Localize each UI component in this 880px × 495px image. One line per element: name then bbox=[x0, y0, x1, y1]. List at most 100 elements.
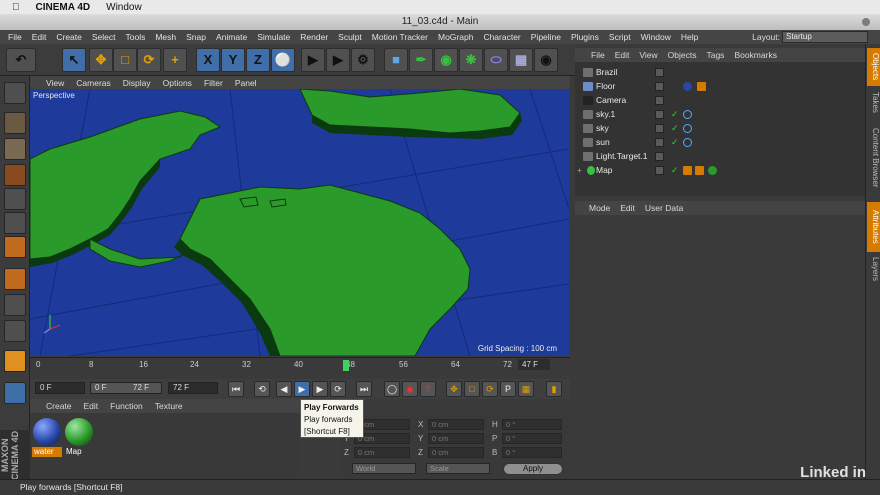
point-level-icon[interactable]: ▦ bbox=[518, 381, 534, 397]
menu-snap[interactable]: Snap bbox=[186, 32, 206, 42]
go-to-end-icon[interactable]: ⏭ bbox=[356, 381, 372, 397]
texture-tag-icon[interactable] bbox=[697, 82, 706, 91]
material-tag-icon[interactable] bbox=[708, 166, 717, 175]
enabled-check-icon[interactable]: ✓ bbox=[671, 136, 679, 149]
snap-icon[interactable] bbox=[4, 320, 26, 342]
menu-mograph[interactable]: MoGraph bbox=[438, 32, 473, 42]
material-menu-create[interactable]: Create bbox=[46, 401, 72, 411]
live-selection-icon[interactable]: ↖ bbox=[62, 48, 86, 72]
cube-icon[interactable]: ■ bbox=[384, 48, 408, 72]
app-menu[interactable]: CINEMA 4D bbox=[36, 2, 91, 13]
make-editable-icon[interactable] bbox=[4, 82, 26, 104]
autokeying-icon[interactable]: ◉ bbox=[402, 381, 418, 397]
enabled-check-icon[interactable]: ✓ bbox=[671, 164, 679, 177]
layout-select[interactable]: Startup bbox=[782, 31, 868, 43]
visibility-flag[interactable] bbox=[655, 124, 664, 133]
keyframe-selection-icon[interactable]: ? bbox=[420, 381, 436, 397]
menu-select[interactable]: Select bbox=[92, 32, 116, 42]
attr-menu-edit[interactable]: Edit bbox=[620, 203, 635, 213]
pen-icon[interactable]: ✒ bbox=[409, 48, 433, 72]
play-forwards-icon[interactable]: ▶ bbox=[294, 381, 310, 397]
obj-menu-tags[interactable]: Tags bbox=[706, 50, 724, 60]
model-mode-icon[interactable] bbox=[4, 112, 26, 134]
target-tag-icon[interactable] bbox=[683, 138, 692, 147]
obj-menu-edit[interactable]: Edit bbox=[615, 50, 630, 60]
menu-render[interactable]: Render bbox=[300, 32, 328, 42]
menu-script[interactable]: Script bbox=[609, 32, 631, 42]
render-view-icon[interactable]: ▶ bbox=[301, 48, 325, 72]
record-keys-icon[interactable]: ◯ bbox=[384, 381, 400, 397]
enabled-check-icon[interactable]: ✓ bbox=[671, 122, 679, 135]
rotation-h-field[interactable]: 0 ° bbox=[502, 419, 562, 430]
edges-mode-icon[interactable] bbox=[4, 212, 26, 234]
floor-icon[interactable]: ▦ bbox=[509, 48, 533, 72]
obj-menu-bookmarks[interactable]: Bookmarks bbox=[734, 50, 777, 60]
texture-tag-icon[interactable] bbox=[695, 166, 704, 175]
scale-select[interactable]: Scale bbox=[426, 463, 490, 474]
apple-icon[interactable]:  bbox=[12, 2, 20, 13]
menu-sculpt[interactable]: Sculpt bbox=[338, 32, 362, 42]
object-row[interactable]: sun ✓ bbox=[575, 136, 865, 149]
position-z-field[interactable]: 0 cm bbox=[354, 447, 410, 458]
viewport-menu-display[interactable]: Display bbox=[123, 78, 151, 88]
tab-content-browser[interactable]: Content Browser bbox=[867, 118, 880, 198]
apply-button[interactable]: Apply bbox=[503, 463, 563, 475]
camera-icon[interactable]: ◉ bbox=[534, 48, 558, 72]
object-row[interactable]: Floor bbox=[575, 80, 865, 93]
size-z-field[interactable]: 0 cm bbox=[428, 447, 484, 458]
preview-range-slider[interactable]: 0 F 72 F bbox=[90, 382, 162, 394]
position-key-icon[interactable]: ✥ bbox=[446, 381, 462, 397]
menu-help[interactable]: Help bbox=[681, 32, 698, 42]
texture-tag-icon[interactable] bbox=[683, 166, 692, 175]
rotate-icon[interactable]: ⟳ bbox=[137, 48, 161, 72]
window-menu[interactable]: Window bbox=[106, 2, 142, 13]
material-menu-texture[interactable]: Texture bbox=[155, 401, 183, 411]
deformer-icon[interactable]: ⬭ bbox=[484, 48, 508, 72]
menu-animate[interactable]: Animate bbox=[216, 32, 247, 42]
start-frame-field[interactable]: 0 F bbox=[35, 382, 85, 394]
visibility-flag[interactable] bbox=[655, 82, 664, 91]
object-row[interactable]: Light.Target.1 bbox=[575, 150, 865, 163]
previous-frame-icon[interactable]: ◀ bbox=[276, 381, 292, 397]
menu-character[interactable]: Character bbox=[483, 32, 520, 42]
attr-menu-user-data[interactable]: User Data bbox=[645, 203, 683, 213]
end-frame-field[interactable]: 47 F bbox=[518, 359, 550, 370]
obj-menu-objects[interactable]: Objects bbox=[668, 50, 697, 60]
viewport-menu-cameras[interactable]: Cameras bbox=[76, 78, 110, 88]
magnet-icon[interactable] bbox=[4, 350, 26, 372]
rotation-key-icon[interactable]: ⟳ bbox=[482, 381, 498, 397]
workplane-icon[interactable] bbox=[4, 164, 26, 186]
tweak-mode-icon[interactable] bbox=[4, 294, 26, 316]
target-tag-icon[interactable] bbox=[683, 124, 692, 133]
object-row[interactable]: Camera bbox=[575, 94, 865, 107]
material-map[interactable]: Map bbox=[64, 417, 94, 457]
subdivision-icon[interactable]: ◉ bbox=[434, 48, 458, 72]
enabled-check-icon[interactable]: ✓ bbox=[671, 108, 679, 121]
viewport-menu-view[interactable]: View bbox=[46, 78, 64, 88]
obj-menu-file[interactable]: File bbox=[591, 50, 605, 60]
render-picture-viewer-icon[interactable]: ▶ bbox=[326, 48, 350, 72]
size-x-field[interactable]: 0 cm bbox=[428, 419, 484, 430]
previous-key-icon[interactable]: ⟲ bbox=[254, 381, 270, 397]
workplane-grid-icon[interactable] bbox=[4, 382, 26, 404]
next-frame-icon[interactable]: ▶ bbox=[312, 381, 328, 397]
visibility-flag[interactable] bbox=[655, 138, 664, 147]
object-row[interactable]: + Map ✓ bbox=[575, 164, 865, 177]
visibility-flag[interactable] bbox=[655, 110, 664, 119]
scale-key-icon[interactable]: □ bbox=[464, 381, 480, 397]
menu-file[interactable]: File bbox=[8, 32, 22, 42]
material-water[interactable]: water bbox=[32, 417, 62, 457]
z-axis-button[interactable]: Z bbox=[246, 48, 270, 72]
tab-attributes[interactable]: Attributes bbox=[867, 202, 880, 252]
visibility-flag[interactable] bbox=[655, 166, 664, 175]
expand-icon[interactable]: + bbox=[577, 164, 583, 175]
add-object-icon[interactable]: + bbox=[163, 48, 187, 72]
viewport-menu-filter[interactable]: Filter bbox=[204, 78, 223, 88]
fullscreen-icon[interactable] bbox=[862, 18, 870, 26]
object-row[interactable]: sky ✓ bbox=[575, 122, 865, 135]
timeline[interactable]: 0 8 16 24 32 40 48 56 64 72 47 F bbox=[30, 357, 570, 379]
coordinate-system-icon[interactable]: ⚪ bbox=[271, 48, 295, 72]
tab-objects[interactable]: Objects bbox=[867, 48, 880, 86]
tab-takes[interactable]: Takes bbox=[867, 88, 880, 116]
menu-plugins[interactable]: Plugins bbox=[571, 32, 599, 42]
